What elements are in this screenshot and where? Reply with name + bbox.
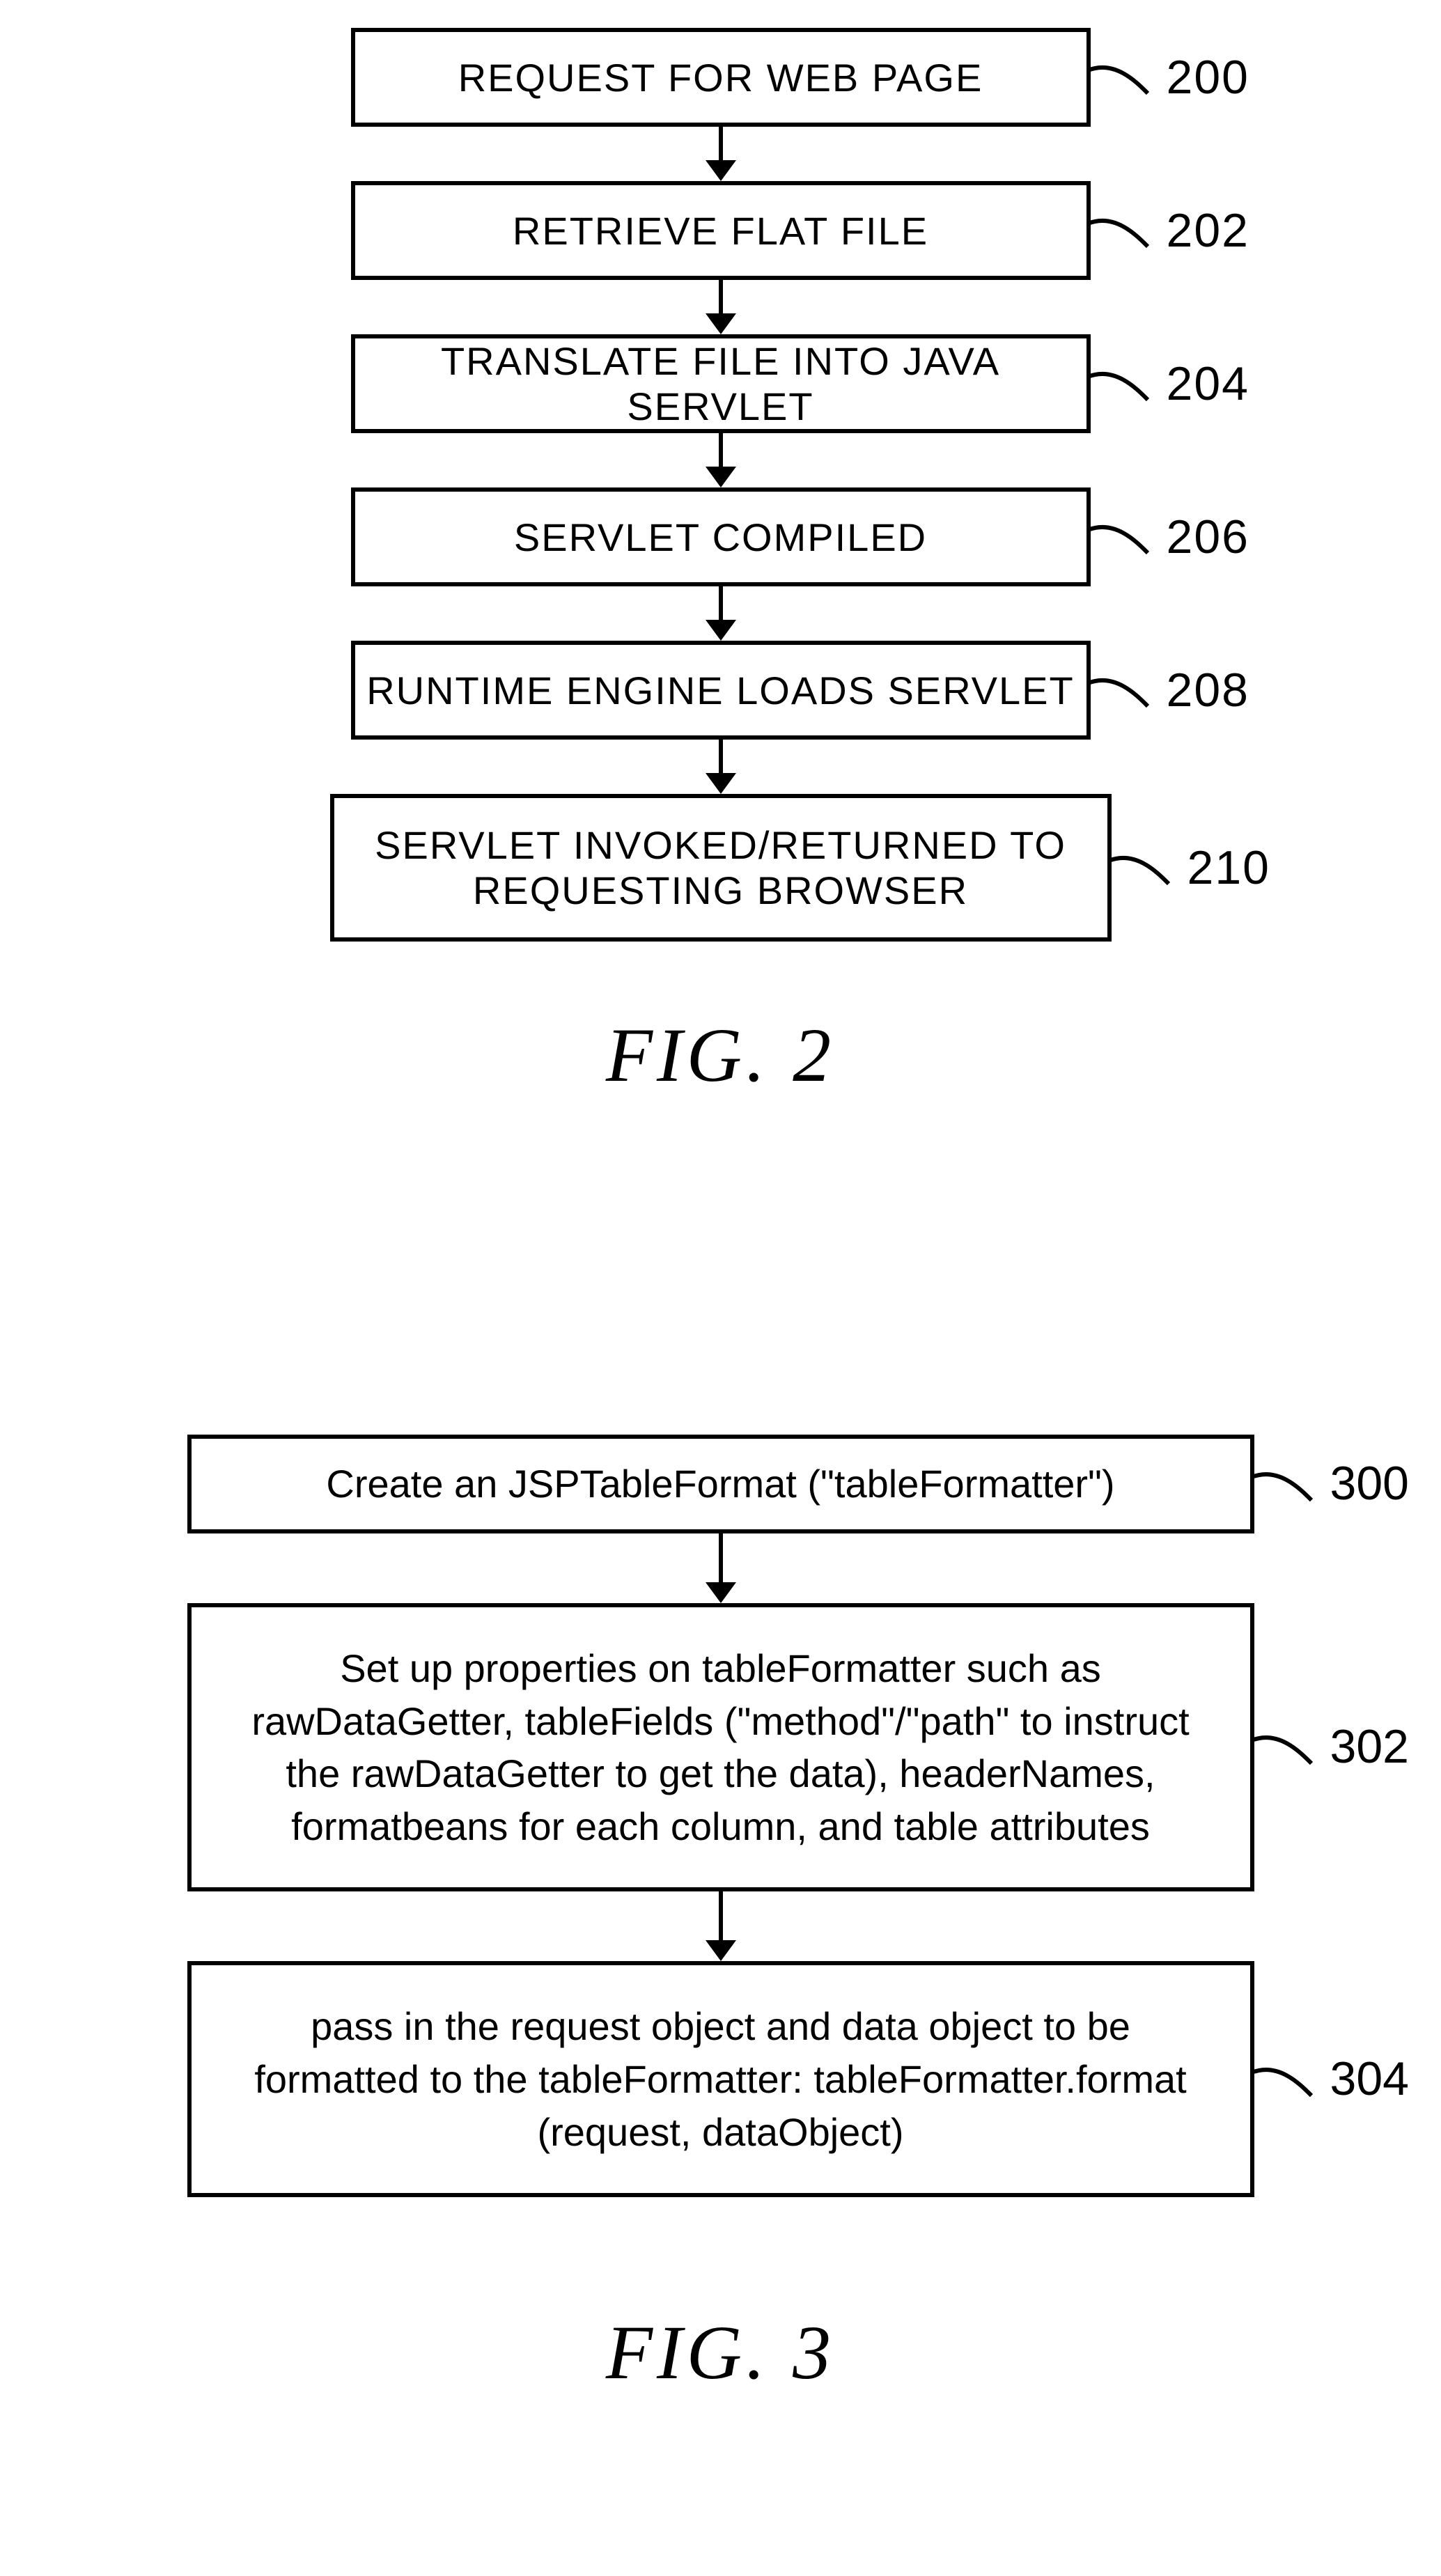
flow-node-300-label: Create an JSPTableFormat ("tableFormatte… xyxy=(326,1458,1114,1511)
flow-node-300: Create an JSPTableFormat ("tableFormatte… xyxy=(187,1435,1254,1533)
figure-3-column: Create an JSPTableFormat ("tableFormatte… xyxy=(0,1435,1441,2397)
ref-206-text: 206 xyxy=(1167,510,1249,564)
ref-202-text: 202 xyxy=(1167,203,1249,258)
figure-2-column: REQUEST FOR WEB PAGE 200 RETRIEVE FLAT F… xyxy=(0,28,1441,1100)
flow-node-302-label: Set up properties on tableFormatter such… xyxy=(233,1642,1208,1852)
flow-node-208: RUNTIME ENGINE LOADS SERVLET 208 xyxy=(351,641,1091,740)
ref-210: 210 xyxy=(1107,841,1270,895)
flow-node-202-label: RETRIEVE FLAT FILE xyxy=(513,208,928,253)
arrow-icon xyxy=(706,127,736,181)
flow-node-204: TRANSLATE FILE INTO JAVA SERVLET 204 xyxy=(351,334,1091,433)
flow-node-208-label: RUNTIME ENGINE LOADS SERVLET xyxy=(366,668,1075,713)
ref-tick-icon xyxy=(1086,213,1149,248)
arrow-icon xyxy=(706,433,736,487)
flow-node-304-label: pass in the request object and data obje… xyxy=(233,2000,1208,2158)
flow-node-206-label: SERVLET COMPILED xyxy=(514,515,927,560)
ref-202: 202 xyxy=(1086,203,1249,258)
flow-node-200: REQUEST FOR WEB PAGE 200 xyxy=(351,28,1091,127)
flow-node-302: Set up properties on tableFormatter such… xyxy=(187,1603,1254,1891)
flow-node-202: RETRIEVE FLAT FILE 202 xyxy=(351,181,1091,280)
ref-302-text: 302 xyxy=(1330,1715,1409,1779)
ref-206: 206 xyxy=(1086,510,1249,564)
arrow-icon xyxy=(706,740,736,794)
ref-tick-icon xyxy=(1250,1467,1313,1501)
ref-210-text: 210 xyxy=(1187,841,1270,895)
ref-204: 204 xyxy=(1086,357,1249,411)
ref-tick-icon xyxy=(1086,366,1149,401)
flow-node-210: SERVLET INVOKED/RETURNED TO REQUESTING B… xyxy=(330,794,1112,942)
ref-200-text: 200 xyxy=(1167,50,1249,104)
ref-304: 304 xyxy=(1250,2047,1409,2111)
ref-tick-icon xyxy=(1086,60,1149,95)
flow-node-206: SERVLET COMPILED 206 xyxy=(351,487,1091,586)
ref-tick-icon xyxy=(1250,1730,1313,1765)
figure-3-caption: FIG. 3 xyxy=(606,2309,835,2397)
ref-204-text: 204 xyxy=(1167,357,1249,411)
ref-tick-icon xyxy=(1107,850,1170,885)
ref-200: 200 xyxy=(1086,50,1249,104)
arrow-icon xyxy=(706,1891,736,1961)
ref-208-text: 208 xyxy=(1167,663,1249,717)
ref-tick-icon xyxy=(1250,2062,1313,2097)
ref-304-text: 304 xyxy=(1330,2047,1409,2111)
ref-300-text: 300 xyxy=(1330,1452,1409,1516)
flow-node-304: pass in the request object and data obje… xyxy=(187,1961,1254,2197)
figure-2-caption: FIG. 2 xyxy=(606,1011,835,1100)
flow-node-200-label: REQUEST FOR WEB PAGE xyxy=(458,55,983,100)
arrow-icon xyxy=(706,586,736,641)
ref-300: 300 xyxy=(1250,1452,1409,1516)
figure-3: Create an JSPTableFormat ("tableFormatte… xyxy=(0,1435,1441,2397)
ref-302: 302 xyxy=(1250,1715,1409,1779)
figure-2: REQUEST FOR WEB PAGE 200 RETRIEVE FLAT F… xyxy=(0,28,1441,1100)
arrow-icon xyxy=(706,280,736,334)
flow-node-210-label: SERVLET INVOKED/RETURNED TO REQUESTING B… xyxy=(355,822,1086,913)
page: REQUEST FOR WEB PAGE 200 RETRIEVE FLAT F… xyxy=(0,0,1441,2576)
ref-208: 208 xyxy=(1086,663,1249,717)
arrow-icon xyxy=(706,1533,736,1603)
ref-tick-icon xyxy=(1086,673,1149,708)
flow-node-204-label: TRANSLATE FILE INTO JAVA SERVLET xyxy=(355,338,1086,429)
ref-tick-icon xyxy=(1086,520,1149,554)
